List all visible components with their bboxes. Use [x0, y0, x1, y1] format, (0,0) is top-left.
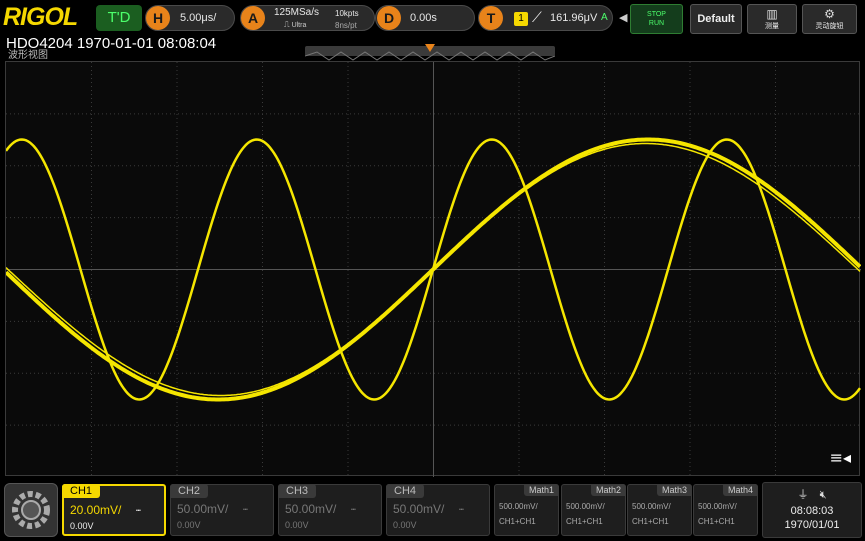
math-3-scale: 500.00mV/: [632, 502, 671, 511]
math-4-source: CH1+CH1: [698, 517, 735, 526]
navigation-gear-button[interactable]: [4, 483, 58, 537]
delay-badge: D: [377, 6, 401, 30]
channel-1-offset: 0.00V: [70, 521, 94, 531]
channel-1-box[interactable]: CH1 20.00mV/ ┅ 0.00V: [62, 484, 166, 536]
channel-3-box[interactable]: CH3 50.00mV/ ┅ 0.00V: [278, 484, 382, 536]
trigger-position-marker-icon[interactable]: [425, 44, 435, 52]
acquisition-mode: ⎍ Ultra: [284, 20, 307, 29]
ruler-icon: ▥: [766, 7, 778, 21]
wave-icon: ⎍: [284, 20, 290, 29]
math-4-tab: Math4: [722, 484, 758, 496]
ch1-slow-trace-jitter: [6, 142, 861, 397]
math-2-scale: 500.00mV/: [566, 502, 605, 511]
math-3-box[interactable]: Math3 500.00mV/ CH1+CH1: [627, 484, 692, 536]
math-1-tab: Math1: [523, 484, 559, 496]
acquisition-badge: A: [241, 6, 265, 30]
dc-coupling-icon: ┅: [243, 505, 249, 514]
math-2-source: CH1+CH1: [566, 517, 603, 526]
resolution: 8ns/pt: [335, 21, 357, 30]
trigger-status-indicator: T'D: [96, 5, 142, 31]
trigger-source-badge: 1: [514, 12, 528, 26]
usb-icon: ⏚: [797, 489, 809, 501]
memory-timeline-svg: [304, 51, 556, 61]
delay-value: 0.00s: [410, 12, 437, 24]
waveform-display[interactable]: ≡◂: [5, 61, 861, 477]
memory-depth: 10kpts: [335, 9, 359, 18]
dc-coupling-icon: ┅: [351, 505, 357, 514]
channel-1-tab: CH1: [62, 484, 101, 498]
gear-icon: [12, 491, 50, 529]
clock-time: 08:08:03: [790, 505, 834, 517]
memory-position-indicator: [304, 44, 556, 61]
sample-rate: 125MSa/s: [274, 7, 320, 18]
view-label: 波形视图: [8, 50, 48, 61]
trigger-sweep-mode: A: [601, 12, 608, 23]
channel-2-tab: CH2: [170, 484, 209, 498]
channel-1-scale: 20.00mV/: [70, 503, 122, 517]
trigger-badge: T: [479, 6, 503, 30]
math-4-scale: 500.00mV/: [698, 502, 737, 511]
math-1-source: CH1+CH1: [499, 517, 536, 526]
channel-4-box[interactable]: CH4 50.00mV/ ┅ 0.00V: [386, 484, 490, 536]
collapse-arrow-icon[interactable]: ◀: [619, 11, 627, 24]
autoset-button[interactable]: ⚙ 灵动旋钮: [802, 4, 857, 34]
speaker-muted-icon: 🔇︎: [819, 489, 827, 501]
channel-2-offset: 0.00V: [177, 520, 201, 530]
math-2-box[interactable]: Math2 500.00mV/ CH1+CH1: [561, 484, 626, 536]
trigger-level: 161.96μV: [550, 12, 598, 24]
math-2-tab: Math2: [590, 484, 626, 496]
timebase-value: 5.00μs/: [180, 12, 217, 24]
status-clock-panel[interactable]: ⏚ 🔇︎ 08:08:03 1970/01/01: [762, 482, 862, 538]
math-3-source: CH1+CH1: [632, 517, 669, 526]
math-1-scale: 500.00mV/: [499, 502, 538, 511]
horizontal-badge: H: [146, 6, 170, 30]
channel-3-tab: CH3: [278, 484, 317, 498]
rising-edge-icon: ⟋: [532, 9, 542, 25]
channel-4-tab: CH4: [386, 484, 425, 498]
channel-3-offset: 0.00V: [285, 520, 309, 530]
channel-4-offset: 0.00V: [393, 520, 417, 530]
stop-run-button[interactable]: STOP RUN: [630, 4, 683, 34]
channel-2-scale: 50.00mV/: [177, 502, 229, 516]
top-status-bar: RIGOL T'D H 5.00μs/ A 125MSa/s ⎍ Ultra 1…: [0, 0, 865, 36]
channel-3-scale: 50.00mV/: [285, 502, 337, 516]
clock-date: 1970/01/01: [784, 519, 840, 531]
math-3-tab: Math3: [656, 484, 692, 496]
channel-4-scale: 50.00mV/: [393, 502, 445, 516]
menu-collapse-icon[interactable]: ≡◂: [830, 448, 851, 467]
waveform-traces: [6, 137, 861, 402]
dc-coupling-icon: ┅: [459, 505, 465, 514]
channel-2-box[interactable]: CH2 50.00mV/ ┅ 0.00V: [170, 484, 274, 536]
default-button[interactable]: Default: [690, 4, 742, 34]
knob-gear-icon: ⚙: [824, 7, 835, 21]
math-4-box[interactable]: Math4 500.00mV/ CH1+CH1: [693, 484, 758, 536]
rigol-logo: RIGOL: [3, 3, 78, 31]
math-1-box[interactable]: Math1 500.00mV/ CH1+CH1: [494, 484, 559, 536]
measure-button[interactable]: ▥ 测量: [747, 4, 797, 34]
dc-coupling-icon: ┅: [136, 506, 142, 515]
